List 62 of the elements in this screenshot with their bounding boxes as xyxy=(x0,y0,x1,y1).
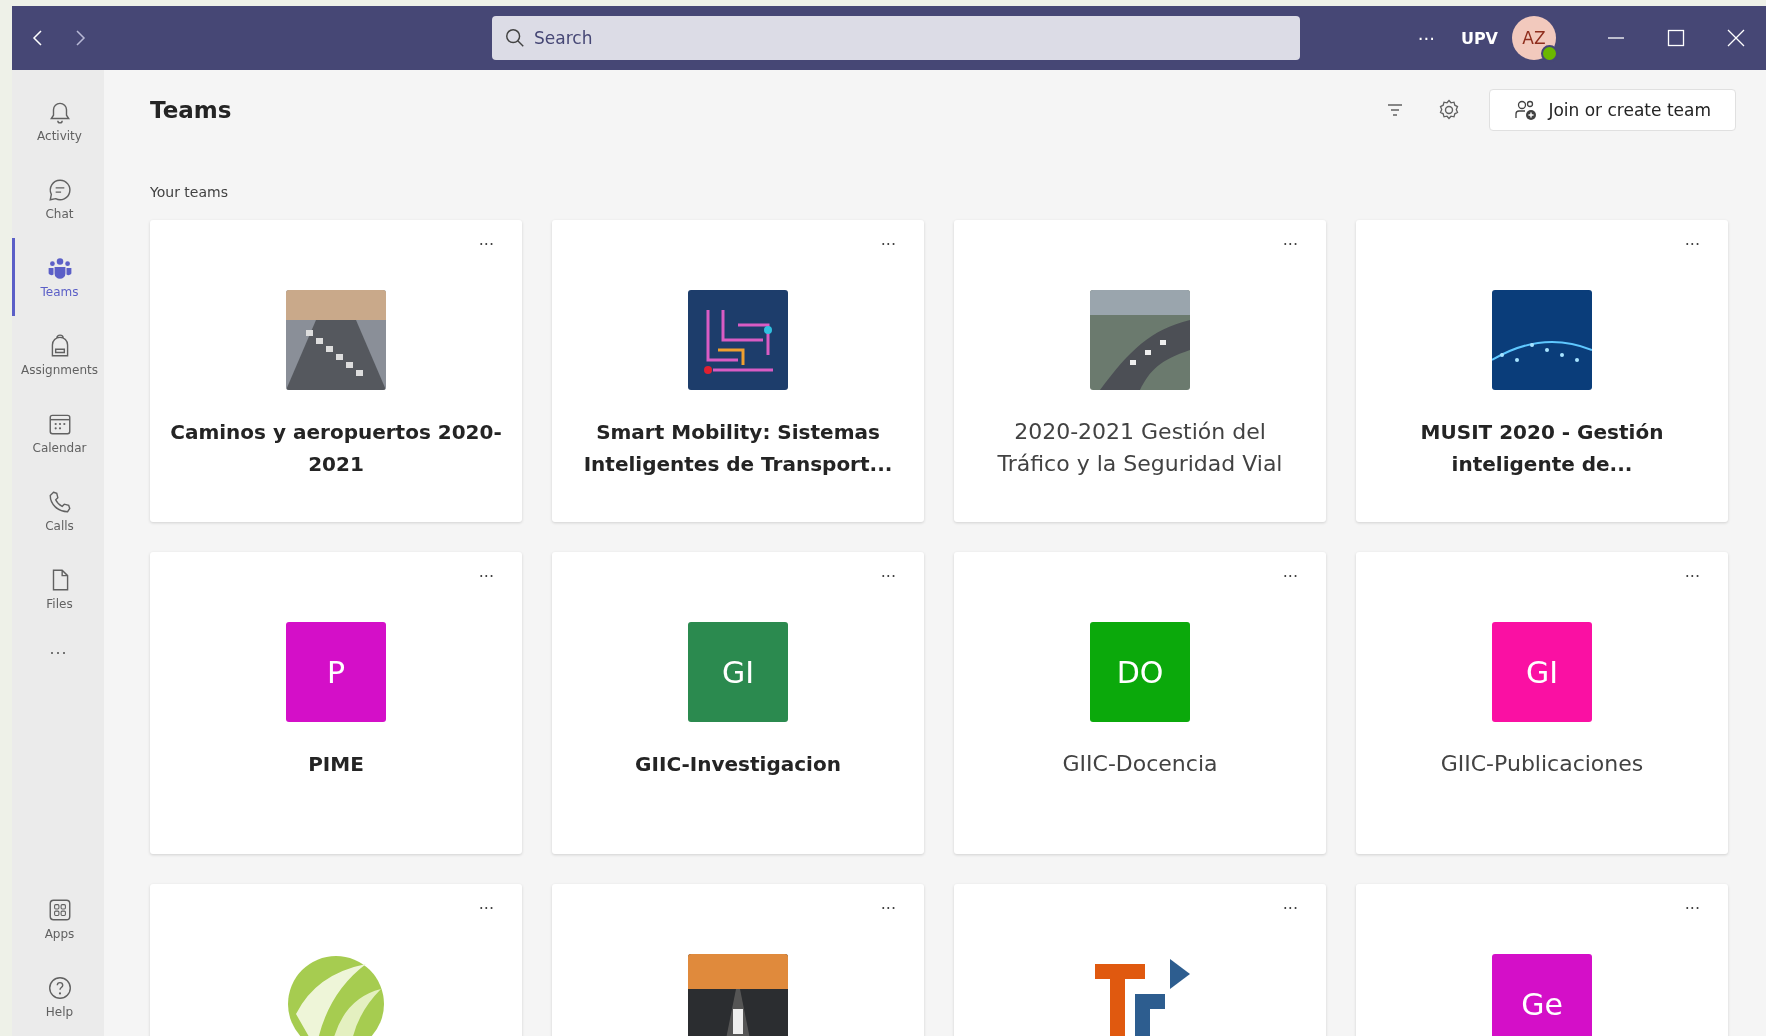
status-dot xyxy=(1541,45,1558,62)
profile-avatar[interactable]: AZ xyxy=(1512,16,1556,60)
team-card[interactable]: ··· P PIME xyxy=(150,552,522,854)
join-or-create-team-button[interactable]: Join or create team xyxy=(1489,89,1736,131)
team-name: PIME xyxy=(307,751,365,778)
team-card[interactable]: ··· Caminos y aeropuertos 2020-2021 xyxy=(150,220,522,522)
maximize-icon xyxy=(1667,29,1685,47)
more-options-button[interactable]: ··· xyxy=(874,566,902,587)
organization-label: UPV xyxy=(1460,28,1498,48)
search-field[interactable]: Search xyxy=(492,16,1300,60)
team-avatar: GI xyxy=(688,622,788,722)
more-options-button[interactable]: ··· xyxy=(1678,234,1706,255)
section-label: Your teams xyxy=(150,184,229,200)
rail-item[interactable]: Help xyxy=(12,958,104,1036)
more-options-button[interactable]: ··· xyxy=(1276,898,1304,919)
more-options-button[interactable]: ··· xyxy=(1276,234,1304,255)
team-avatar: GI xyxy=(1492,622,1592,722)
team-name: GIIC-Docencia xyxy=(1061,750,1219,778)
team-card[interactable]: ··· GI GIIC-Investigacion xyxy=(552,552,924,854)
team-card[interactable]: ··· xyxy=(954,884,1326,1036)
team-name: GIIC-Investigacion xyxy=(634,751,842,778)
more-options-button[interactable]: ··· xyxy=(874,898,902,919)
team-card[interactable]: ··· Ge xyxy=(1356,884,1728,1036)
team-name: 2020-2021 Gestión del Tráfico y la Seguridad Vial xyxy=(996,418,1284,478)
team-name: Smart Mobility: Sistemas Inteligentes de Transport... xyxy=(582,419,894,478)
team-name: GIIC-Publicaciones xyxy=(1439,750,1645,778)
more-options-button[interactable]: ··· xyxy=(1678,898,1706,919)
help-icon xyxy=(46,975,73,1001)
team-card[interactable]: ··· GI GIIC-Publicaciones xyxy=(1356,552,1728,854)
team-avatar: Ge xyxy=(1492,954,1592,1036)
team-name: MUSIT 2020 - Gestión inteligente de... xyxy=(1419,419,1665,478)
more-options-button[interactable]: ··· xyxy=(472,898,500,919)
team-card[interactable]: ··· MUSIT 2020 - Gestión inteligente de... xyxy=(1356,220,1728,522)
team-card[interactable]: ··· xyxy=(150,884,522,1036)
team-avatar: DO xyxy=(1090,622,1190,722)
chat-icon xyxy=(46,177,73,203)
page-title: Teams xyxy=(150,97,232,123)
people-icon xyxy=(46,255,73,281)
more-button[interactable]: ··· xyxy=(1411,26,1441,50)
team-avatar: P xyxy=(286,622,386,722)
rail-item[interactable]: Assignments xyxy=(12,316,104,394)
more-options-button[interactable]: ··· xyxy=(472,234,500,255)
team-card[interactable]: ··· 2020-2021 Gestión del Tráfico y la Seguridad Vial xyxy=(954,220,1326,522)
close-icon xyxy=(1727,29,1745,47)
more-options-button[interactable]: ··· xyxy=(472,566,500,587)
rail-item[interactable]: Activity xyxy=(12,82,104,160)
team-name: Caminos y aeropuertos 2020-2021 xyxy=(169,419,503,478)
team-card[interactable]: ··· Smart Mobility: Sistemas Inteligentes de Transport... xyxy=(552,220,924,522)
more-options-button[interactable]: ··· xyxy=(874,234,902,255)
rail-item[interactable]: Chat xyxy=(12,160,104,238)
more-options-button[interactable]: ··· xyxy=(1276,566,1304,587)
rail-item[interactable]: Teams xyxy=(12,238,104,316)
rail-item[interactable]: Files xyxy=(12,550,104,628)
people-add-icon xyxy=(1514,98,1539,122)
team-card[interactable]: ··· xyxy=(552,884,924,1036)
rail-item[interactable]: Apps xyxy=(12,880,104,958)
team-card[interactable]: ··· DO GIIC-Docencia xyxy=(954,552,1326,854)
rail-item[interactable]: Calendar xyxy=(12,394,104,472)
minimize-icon xyxy=(1607,37,1625,39)
more-apps-button[interactable]: ··· xyxy=(12,628,104,677)
rail-item[interactable]: Calls xyxy=(12,472,104,550)
more-options-button[interactable]: ··· xyxy=(1678,566,1706,587)
